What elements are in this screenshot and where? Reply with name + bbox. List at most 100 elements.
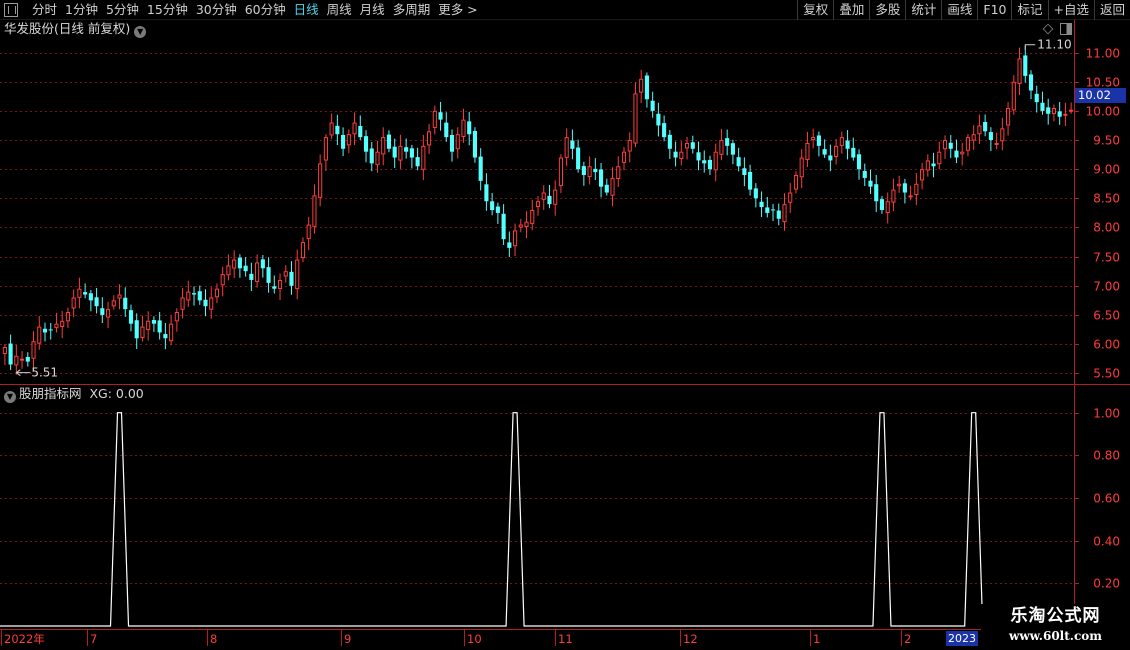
candle-body	[60, 320, 65, 328]
candle-body	[432, 110, 437, 128]
candle-body	[318, 163, 323, 198]
candle-body	[415, 157, 420, 167]
candle-body	[988, 132, 993, 141]
candle-body	[644, 75, 649, 100]
candle-body	[277, 279, 283, 289]
candle-body	[925, 160, 930, 171]
candle-body	[54, 323, 59, 329]
indicator-y-tick-label: 0.80	[1093, 449, 1120, 463]
candle-body	[553, 189, 558, 205]
candle-body	[191, 293, 197, 295]
candle-body	[513, 230, 518, 247]
candle-body	[725, 138, 730, 146]
indicator-title: ▼ 股朋指标网 XG: 0.00	[4, 386, 144, 403]
candle-body	[616, 166, 621, 180]
candle-body	[197, 291, 202, 301]
candle-body	[874, 184, 879, 202]
candle-body	[862, 170, 867, 178]
candle-body	[535, 201, 541, 208]
candle-body	[524, 221, 529, 227]
candle-body	[490, 201, 495, 210]
candle-body	[174, 312, 179, 322]
candle-body	[335, 125, 340, 135]
main-y-tick-label: 8.00	[1093, 221, 1120, 235]
x-axis-year-badge: 2023	[946, 631, 978, 646]
candle-body	[770, 209, 776, 211]
candle-body	[673, 151, 678, 158]
candle-body	[398, 145, 403, 161]
candle-body	[266, 267, 271, 283]
candle-body	[576, 147, 581, 170]
candle-body	[679, 151, 684, 160]
candle-body	[1023, 55, 1028, 76]
candle-body	[684, 142, 690, 149]
low-marker-arrow	[15, 369, 31, 377]
candle-body	[547, 195, 552, 205]
candle-body	[140, 326, 145, 339]
candle-body	[748, 171, 753, 190]
watermark-url: www.60lt.com	[1009, 629, 1102, 643]
x-axis-label: 2022年	[4, 632, 45, 646]
candle-body	[627, 140, 632, 152]
candle-body	[971, 134, 976, 141]
candle-body	[719, 140, 724, 155]
candle-body	[633, 93, 638, 144]
candle-body	[260, 259, 265, 269]
main-y-tick-label: 6.00	[1093, 338, 1120, 352]
x-axis-label: 9	[344, 632, 351, 646]
candle-body	[375, 151, 380, 166]
x-axis-label: 1	[813, 632, 820, 646]
indicator-y-tick-label: 1.00	[1093, 407, 1120, 421]
chevron-down-icon[interactable]: ▼	[4, 391, 16, 403]
candle-body	[214, 288, 220, 298]
candle-body	[736, 157, 741, 167]
indicator-y-tick-label: 0.40	[1093, 535, 1120, 549]
main-y-tick-label: 6.50	[1093, 309, 1120, 323]
last-price-tag: 10.02	[1075, 88, 1126, 103]
candle-body	[352, 122, 357, 135]
candle-body	[753, 188, 758, 199]
candle-body	[484, 184, 489, 202]
candle-body	[146, 320, 151, 331]
candle-body	[707, 159, 713, 170]
candle-body	[283, 271, 288, 277]
candle-body	[295, 259, 300, 290]
candle-body	[151, 320, 156, 324]
candle-body	[31, 341, 36, 359]
candle-body	[902, 183, 907, 193]
candle-body	[730, 143, 735, 155]
candle-body	[461, 119, 466, 137]
candle-body	[1011, 81, 1016, 111]
candle-body	[467, 121, 472, 135]
candle-body	[983, 121, 988, 132]
candle-body	[1046, 107, 1051, 114]
candle-body	[834, 145, 839, 157]
candle-body	[1069, 109, 1074, 112]
candle-body	[134, 320, 139, 339]
high-marker-arrow	[1024, 44, 1036, 50]
candle-body	[163, 334, 168, 339]
candle-body	[793, 175, 799, 190]
candle-body	[931, 163, 936, 167]
candle-body	[667, 134, 672, 149]
candle-body	[237, 257, 242, 269]
candle-body	[765, 207, 770, 213]
candle-body	[88, 293, 93, 301]
candle-body	[42, 328, 48, 333]
candle-body	[954, 150, 959, 158]
candle-body	[639, 78, 644, 93]
candle-body	[169, 323, 174, 342]
candle-body	[839, 137, 844, 146]
candle-body	[805, 142, 810, 160]
candle-body	[788, 192, 793, 203]
candle-body	[180, 297, 185, 310]
charts-canvas[interactable]: 11.0010.5010.009.509.008.508.007.507.006…	[0, 0, 1130, 650]
candle-body	[37, 326, 42, 344]
candle-body	[937, 151, 942, 165]
candle-body	[885, 201, 890, 214]
candle-body	[77, 288, 82, 298]
candle-body	[427, 131, 432, 146]
candle-body	[776, 210, 781, 219]
candle-body	[444, 122, 449, 138]
indicator-y-tick-label: 0.20	[1093, 577, 1120, 591]
